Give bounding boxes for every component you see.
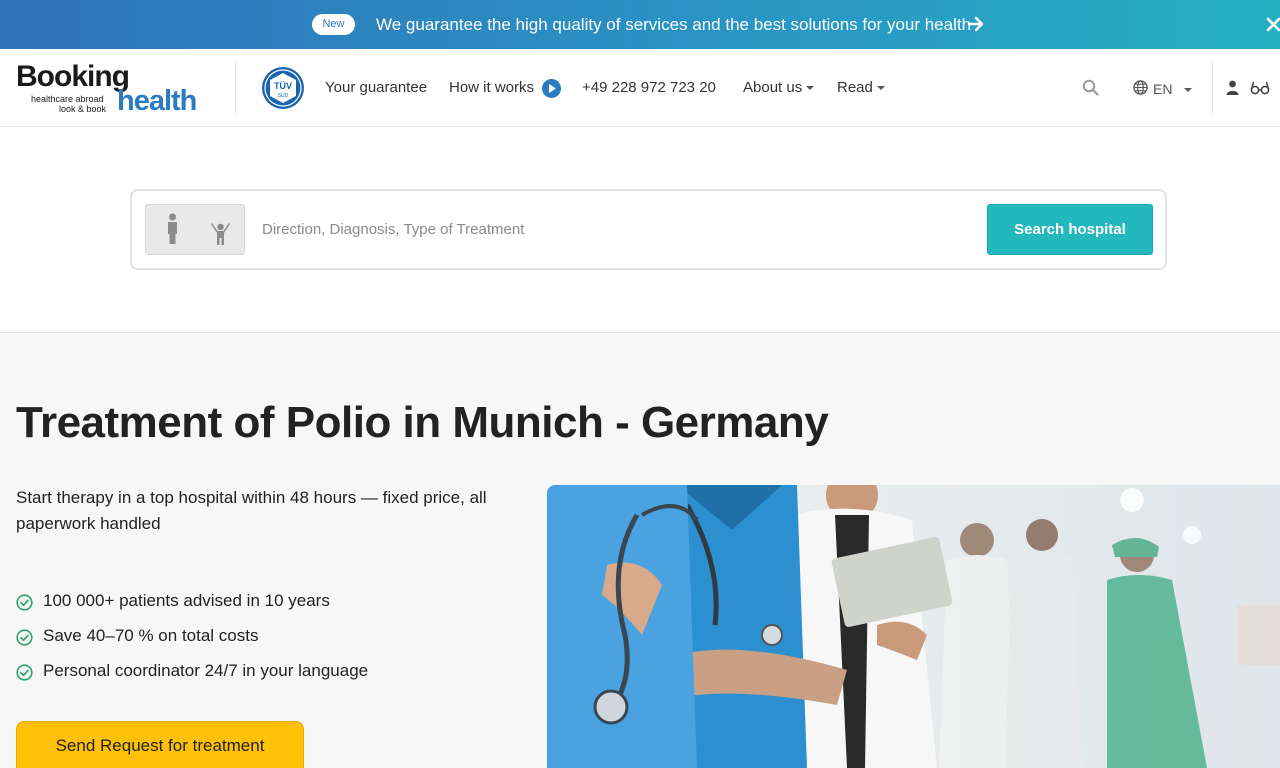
doctors-photo bbox=[547, 485, 1280, 768]
divider bbox=[1212, 61, 1213, 114]
benefit-text: Personal coordinator 24/7 in your langua… bbox=[43, 661, 369, 680]
promo-banner[interactable]: New We guarantee the high quality of ser… bbox=[0, 0, 1280, 49]
benefit-item: Personal coordinator 24/7 in your langua… bbox=[16, 658, 368, 693]
globe-icon[interactable] bbox=[1133, 80, 1148, 95]
search-icon[interactable] bbox=[1082, 79, 1099, 96]
send-request-button[interactable]: Send Request for treatment bbox=[16, 721, 304, 768]
close-icon[interactable] bbox=[1263, 13, 1280, 35]
hospital-search-form: Search hospital bbox=[130, 189, 1167, 270]
arrow-right-icon[interactable] bbox=[966, 13, 986, 35]
chevron-down-icon bbox=[876, 86, 885, 91]
nav-about-us-label: About us bbox=[743, 79, 803, 96]
benefit-item: Save 40–70 % on total costs bbox=[16, 623, 368, 658]
new-badge: New bbox=[312, 14, 355, 35]
nav-how-it-works[interactable]: How it works bbox=[449, 78, 534, 98]
nav-your-guarantee[interactable]: Your guarantee bbox=[325, 78, 427, 98]
child-icon[interactable] bbox=[211, 222, 230, 245]
chevron-down-icon bbox=[1184, 88, 1193, 93]
tuv-subtext: SÜD bbox=[278, 92, 289, 99]
benefit-text: 100 000+ patients advised in 10 years bbox=[43, 591, 330, 610]
benefit-item: 100 000+ patients advised in 10 years bbox=[16, 588, 368, 623]
adult-icon[interactable] bbox=[166, 213, 179, 245]
benefit-text: Save 40–70 % on total costs bbox=[43, 626, 259, 645]
language-selector[interactable]: EN bbox=[1153, 79, 1193, 99]
logo-word-health: health bbox=[117, 85, 197, 117]
chevron-down-icon bbox=[806, 86, 815, 91]
search-input[interactable] bbox=[262, 207, 962, 252]
site-header: Booking health healthcare abroad look & … bbox=[0, 49, 1280, 127]
nav-read[interactable]: Read bbox=[837, 78, 885, 98]
check-circle-icon bbox=[16, 629, 33, 646]
user-icon[interactable] bbox=[1226, 80, 1239, 95]
language-label: EN bbox=[1153, 81, 1173, 97]
nav-about-us[interactable]: About us bbox=[743, 78, 815, 98]
tuv-text: TÜV bbox=[274, 81, 292, 91]
page-title: Treatment of Polio in Munich - Germany bbox=[16, 398, 829, 447]
logo-tagline-2: look & book bbox=[59, 104, 107, 114]
play-icon[interactable] bbox=[542, 79, 561, 98]
search-section: Search hospital bbox=[0, 127, 1280, 333]
page-subtitle: Start therapy in a top hospital within 4… bbox=[16, 488, 487, 533]
logo-tagline-1: healthcare abroad bbox=[31, 94, 104, 104]
nav-read-label: Read bbox=[837, 79, 873, 96]
search-hospital-button[interactable]: Search hospital bbox=[987, 204, 1153, 255]
banner-message[interactable]: We guarantee the high quality of service… bbox=[376, 14, 971, 35]
tuv-certificate-icon[interactable]: TÜV SÜD bbox=[261, 66, 305, 110]
logo-word-booking: Booking bbox=[16, 60, 130, 93]
patient-type-toggle[interactable] bbox=[145, 204, 245, 255]
benefits-list: 100 000+ patients advised in 10 years Sa… bbox=[16, 588, 368, 693]
nav-phone[interactable]: +49 228 972 723 20 bbox=[582, 78, 716, 98]
glasses-icon[interactable] bbox=[1250, 80, 1270, 95]
check-circle-icon bbox=[16, 664, 33, 681]
check-circle-icon bbox=[16, 594, 33, 611]
divider bbox=[235, 61, 236, 114]
booking-health-logo[interactable]: Booking health healthcare abroad look & … bbox=[16, 60, 211, 117]
